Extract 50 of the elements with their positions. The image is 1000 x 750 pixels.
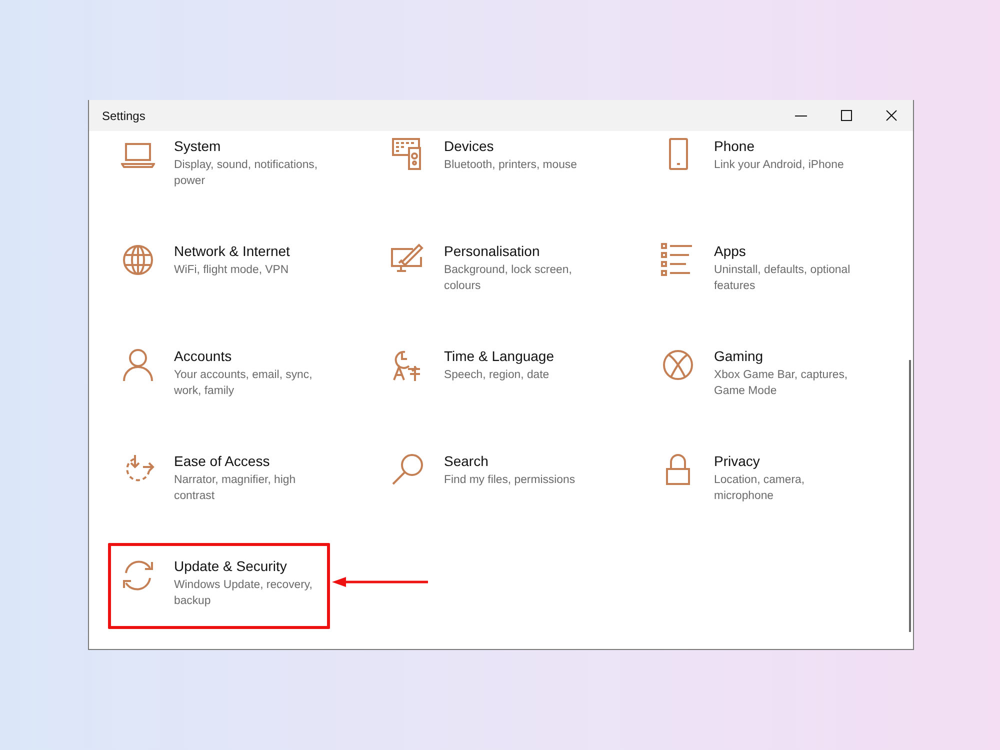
category-title: Privacy (714, 453, 761, 469)
settings-category[interactable]: Search Find my files, permissions (378, 438, 600, 524)
settings-category[interactable]: System Display, sound, notifications, power (108, 131, 330, 209)
category-description: Narrator, magnifier, high contrast (174, 473, 297, 504)
sync-icon (121, 558, 155, 592)
settings-category[interactable]: Update & Security Windows Update, recovery, backup (108, 543, 330, 629)
category-description: Background, lock screen, colours (444, 263, 573, 294)
category-description: Display, sound, notifications, power (174, 158, 319, 189)
category-title: Accounts (174, 348, 233, 364)
category-description: Find my files, permissions (444, 473, 576, 488)
settings-category[interactable]: Accounts Your accounts, email, sync, work, family (108, 333, 330, 419)
minimize-icon[interactable] (795, 114, 807, 116)
category-title: Time & Language (444, 348, 555, 364)
category-title: Network & Internet (174, 243, 291, 259)
apps-icon (661, 243, 695, 277)
category-description: Your accounts, email, sync, work, family (174, 368, 314, 399)
settings-category[interactable]: Apps Uninstall, defaults, optional features (648, 228, 870, 314)
person-icon (121, 348, 155, 382)
settings-category[interactable]: Devices Bluetooth, printers, mouse (378, 131, 600, 209)
category-description: Windows Update, recovery, backup (174, 578, 314, 609)
window-title: Settings (102, 108, 146, 122)
category-description: WiFi, flight mode, VPN (174, 263, 290, 278)
settings-category[interactable]: Network & Internet WiFi, flight mode, VPN (108, 228, 330, 314)
category-title: Phone (714, 138, 756, 154)
xbox-icon (661, 348, 695, 382)
category-title: Personalisation (444, 243, 541, 259)
category-description: Speech, region, date (444, 368, 550, 383)
category-title: Ease of Access (174, 453, 271, 469)
globe-icon (121, 243, 155, 277)
category-description: Location, camera, microphone (714, 473, 806, 504)
search-icon (391, 453, 425, 487)
category-title: Apps (714, 243, 747, 259)
category-description: Xbox Game Bar, captures, Game Mode (714, 368, 849, 399)
category-title: Search (444, 453, 490, 469)
category-title: Update & Security (174, 558, 288, 574)
category-title: System (174, 138, 222, 154)
settings-category[interactable]: Gaming Xbox Game Bar, captures, Game Mode (648, 333, 870, 419)
category-description: Bluetooth, printers, mouse (444, 158, 578, 173)
category-description: Link your Android, iPhone (714, 158, 845, 173)
settings-category[interactable]: Phone Link your Android, iPhone (648, 131, 870, 209)
maximize-icon[interactable] (841, 110, 852, 121)
category-description: Uninstall, defaults, optional features (714, 263, 852, 294)
scrollbar[interactable] (909, 360, 911, 632)
settings-category[interactable]: Personalisation Background, lock screen, colours (378, 228, 600, 314)
category-title: Devices (444, 138, 495, 154)
settings-category[interactable]: Privacy Location, camera, microphone (648, 438, 870, 524)
settings-category[interactable]: Time & Language Speech, region, date (378, 333, 600, 419)
close-icon[interactable] (886, 110, 897, 121)
settings-category[interactable]: Ease of Access Narrator, magnifier, high contrast (108, 438, 330, 524)
category-title: Gaming (714, 348, 764, 364)
